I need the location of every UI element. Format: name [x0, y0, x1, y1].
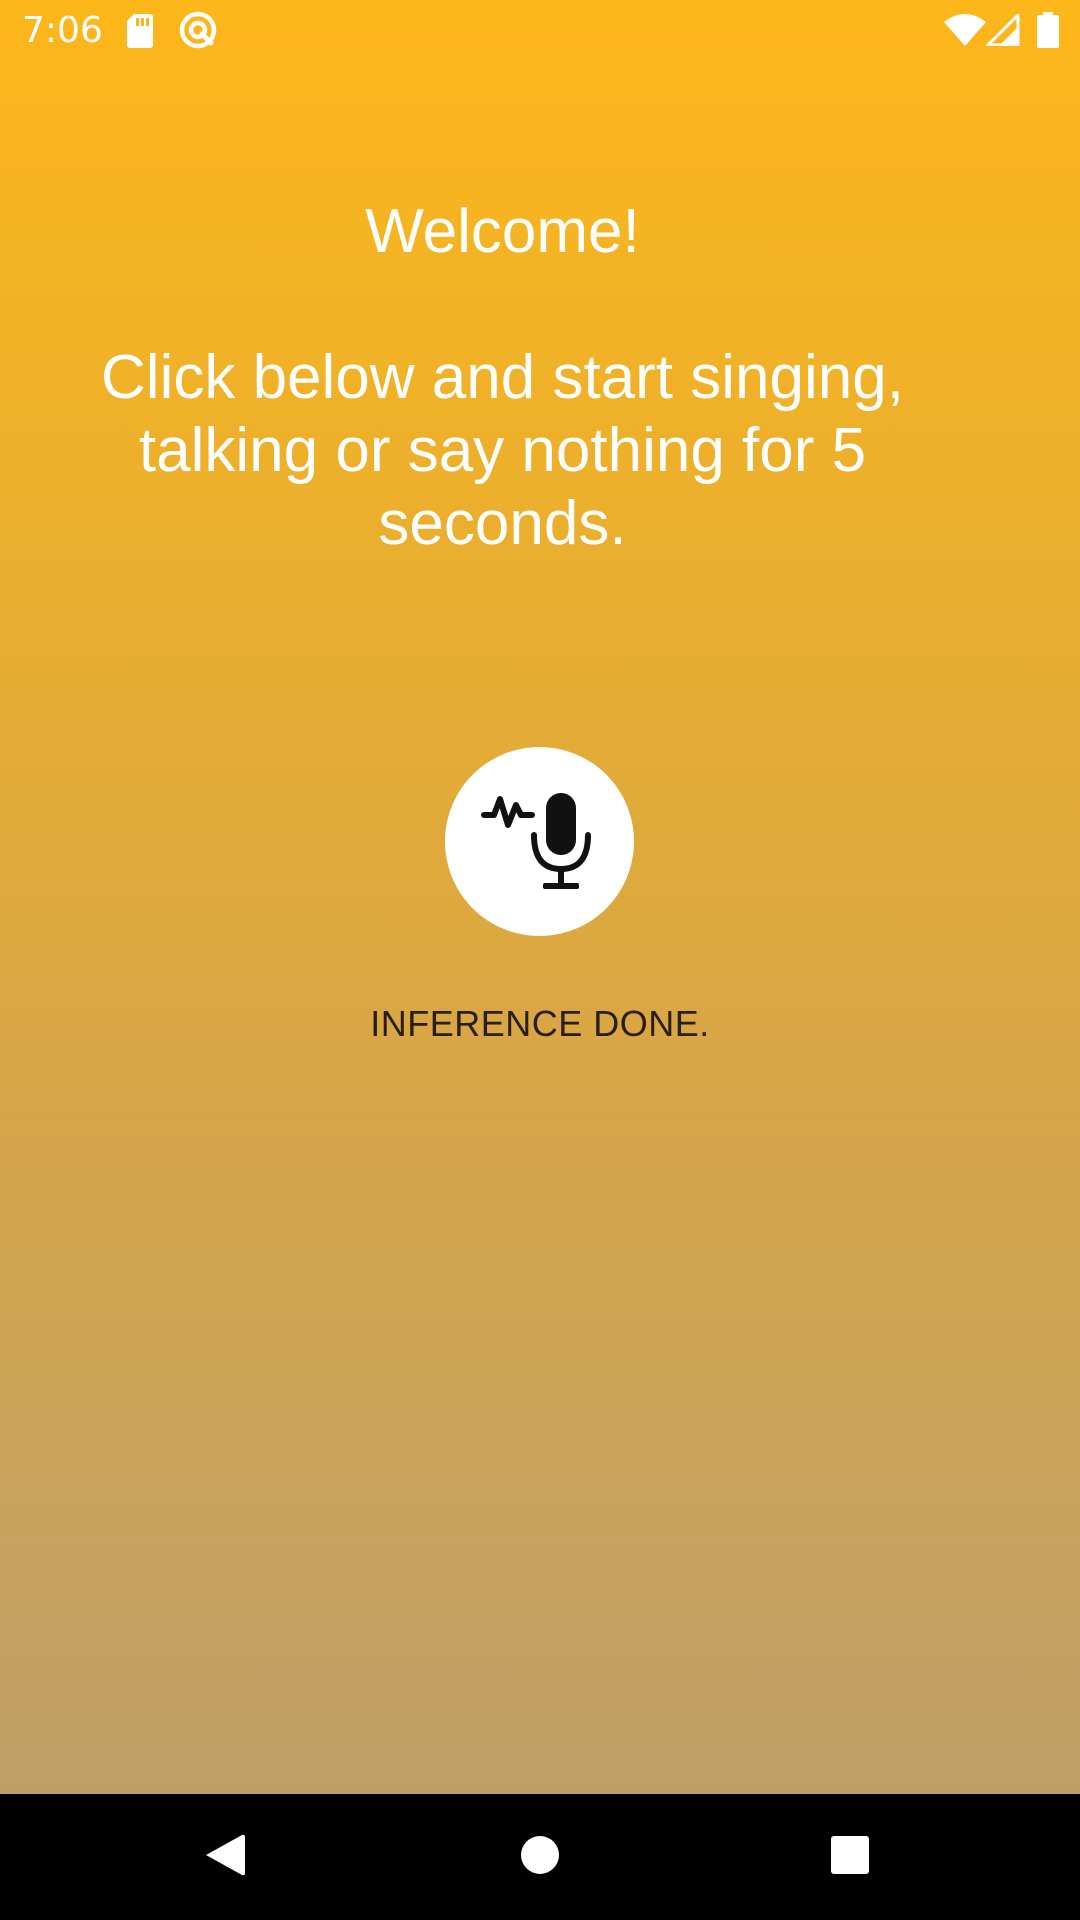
instructions-line-3: seconds.	[378, 489, 627, 558]
inference-status: INFERENCE DONE.	[370, 1003, 710, 1044]
app-screen: 7:06 Welcome! Click below and start sing…	[0, 0, 1080, 1920]
battery-icon	[1037, 12, 1059, 52]
recents-button[interactable]	[770, 1794, 930, 1920]
back-button[interactable]	[145, 1794, 305, 1920]
instructions-line-2: talking or say nothing for 5	[138, 416, 867, 485]
status-time: 7:06	[22, 10, 103, 51]
microphone-waveform-icon	[480, 785, 600, 899]
welcome-message: Welcome! Click below and start singing, …	[0, 195, 1005, 560]
recents-icon	[830, 1835, 870, 1879]
sd-card-icon	[126, 12, 154, 52]
status-bar: 7:06	[0, 0, 1080, 63]
instructions-line-1: Click below and start singing,	[101, 343, 904, 412]
record-button[interactable]	[445, 747, 634, 936]
home-button[interactable]	[460, 1794, 620, 1920]
welcome-title: Welcome!	[365, 197, 640, 266]
home-icon	[520, 1835, 560, 1879]
signal-icon	[984, 11, 1020, 50]
back-icon	[204, 1832, 246, 1882]
navigation-bar	[0, 1794, 1080, 1920]
sync-circle-icon	[178, 10, 218, 54]
wifi-icon	[944, 14, 986, 50]
